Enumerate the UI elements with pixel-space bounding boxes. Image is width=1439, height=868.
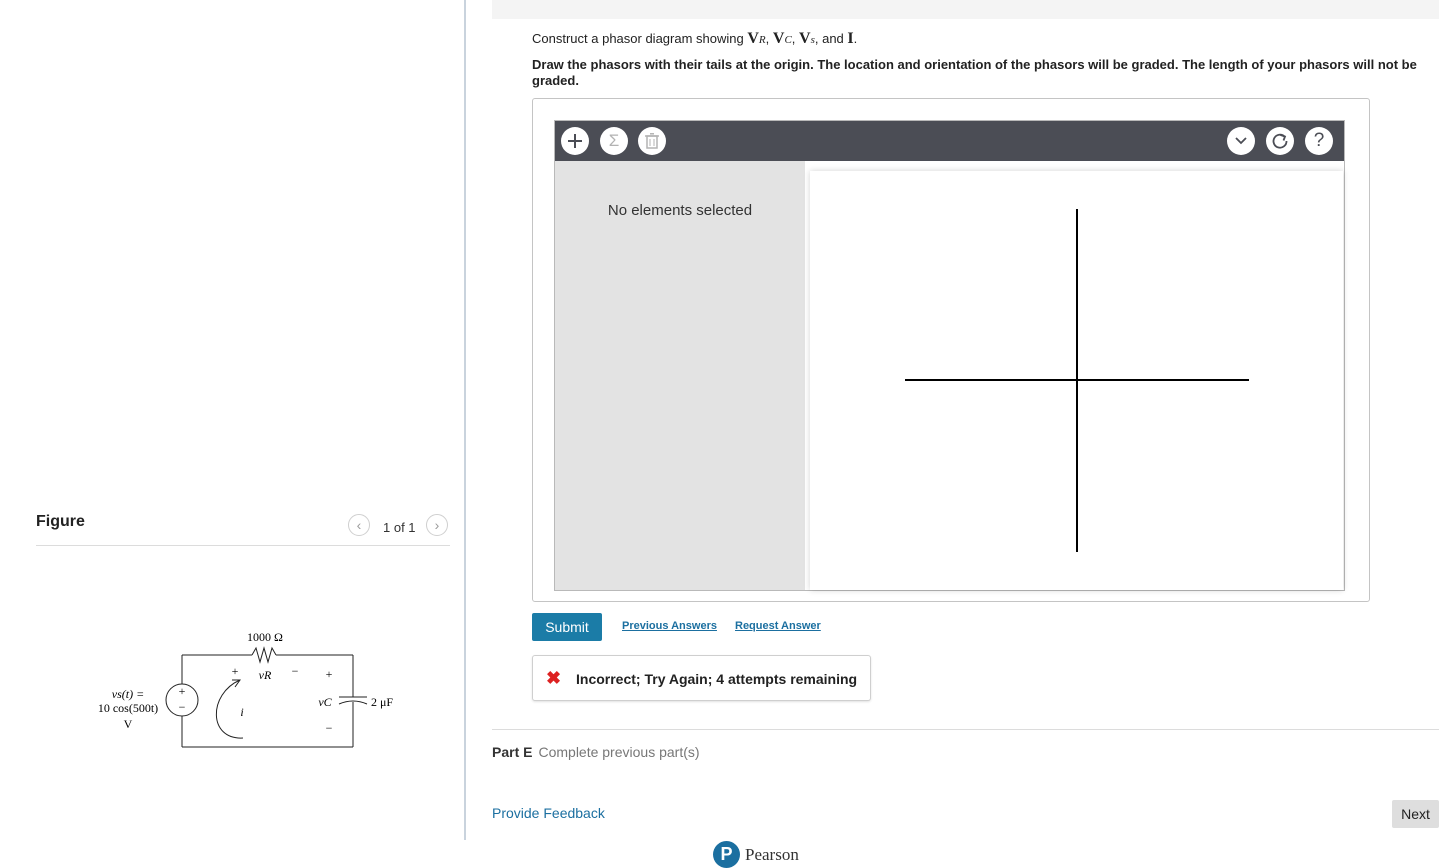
options-dropdown-button[interactable] xyxy=(1227,127,1255,155)
part-e-header: Part E Complete previous part(s) xyxy=(492,744,700,760)
current-label: i xyxy=(240,705,243,719)
section-rule xyxy=(492,729,1439,730)
sigma-icon: Σ xyxy=(608,131,620,150)
next-button[interactable]: Next xyxy=(1392,800,1439,828)
question-instruction: Draw the phasors with their tails at the… xyxy=(532,57,1417,88)
figure-title: Figure xyxy=(36,513,85,530)
chevron-down-icon xyxy=(1235,137,1247,145)
no-selection-text: No elements selected xyxy=(607,202,753,219)
trash-icon xyxy=(645,133,659,149)
properties-panel xyxy=(555,161,805,590)
source-plus: + xyxy=(179,684,186,698)
previous-part-header xyxy=(492,0,1439,19)
phasor-canvas[interactable] xyxy=(810,171,1343,590)
source-label-1: vs(t) = xyxy=(112,687,144,701)
vr-label: vR xyxy=(259,668,272,682)
submit-button[interactable]: Submit xyxy=(532,613,602,641)
sep: , xyxy=(791,31,800,46)
vc-label: vC xyxy=(318,695,332,709)
reset-button[interactable] xyxy=(1266,127,1294,155)
reset-icon xyxy=(1272,133,1288,149)
source-label-2: 10 cos(500t) xyxy=(98,701,158,715)
vr-minus: − xyxy=(292,664,299,678)
resistor-label: 1000 Ω xyxy=(247,630,283,644)
sub-r: R xyxy=(758,34,766,46)
question-prompt: Construct a phasor diagram showing VR, V… xyxy=(532,30,857,48)
help-button[interactable]: ? xyxy=(1305,127,1333,155)
incorrect-icon: ✖ xyxy=(546,668,562,688)
chevron-right-icon: › xyxy=(434,517,440,533)
source-minus: − xyxy=(179,700,186,714)
pearson-logo-icon: P xyxy=(713,841,740,868)
sub-c: C xyxy=(784,34,792,46)
source-label-3: V xyxy=(124,717,133,731)
vc-plus: + xyxy=(326,667,333,681)
part-e-label: Part E xyxy=(492,744,533,760)
vc-minus: − xyxy=(326,721,333,735)
symbol-v: V xyxy=(772,30,785,47)
next-figure-button[interactable]: › xyxy=(426,514,448,536)
panel-divider xyxy=(464,0,466,840)
capacitor-label: 2 μF xyxy=(371,695,393,709)
drawing-toolbar xyxy=(555,121,1344,161)
chevron-left-icon: ‹ xyxy=(356,517,362,533)
plus-icon xyxy=(568,134,582,148)
sigma-button[interactable]: Σ xyxy=(600,127,628,155)
previous-answers-link[interactable]: Previous Answers xyxy=(622,620,717,632)
pearson-brand: Pearson xyxy=(745,845,799,864)
period: . xyxy=(853,31,858,46)
prompt-text: Construct a phasor diagram showing xyxy=(532,31,748,46)
phasor-axes xyxy=(905,209,1249,552)
symbol-v: V xyxy=(799,30,811,47)
help-icon: ? xyxy=(1313,130,1325,151)
part-e-status: Complete previous part(s) xyxy=(538,744,700,760)
figure-pager-text: 1 of 1 xyxy=(383,520,416,535)
and-text: , and xyxy=(814,31,848,46)
sep: , xyxy=(765,31,773,46)
add-vector-button[interactable] xyxy=(561,127,589,155)
vr-plus: + xyxy=(232,664,239,678)
request-answer-link[interactable]: Request Answer xyxy=(735,620,821,632)
prev-figure-button[interactable]: ‹ xyxy=(348,514,370,536)
provide-feedback-link[interactable]: Provide Feedback xyxy=(492,805,605,821)
circuit-diagram: 1000 Ω + − vs(t) = 10 cos(500t) V + vR −… xyxy=(98,630,393,748)
figure-rule xyxy=(36,545,450,546)
symbol-v: V xyxy=(747,30,759,47)
delete-button[interactable] xyxy=(638,127,666,155)
feedback-message: Incorrect; Try Again; 4 attempts remaini… xyxy=(576,671,858,687)
